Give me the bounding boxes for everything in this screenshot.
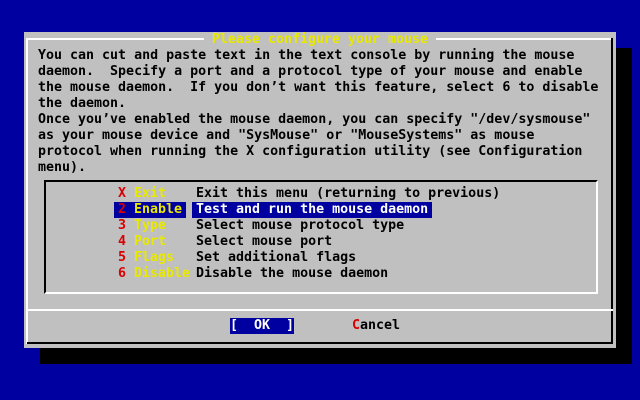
menu-item-description: Disable the mouse daemon: [196, 266, 388, 282]
cancel-hotkey-letter: C: [352, 318, 360, 333]
dialog-border-bottom: [27, 342, 613, 344]
menu-item-port[interactable]: 4 Port Select mouse port: [46, 234, 596, 250]
menu-item-tag: 5 Flags: [118, 250, 174, 266]
cancel-button[interactable]: Cancel: [352, 318, 400, 334]
menu-item-tag: 2 Enable: [114, 202, 186, 218]
menu-item-exit[interactable]: X Exit Exit this menu (returning to previ…: [46, 186, 596, 202]
menu-item-disable[interactable]: 6 Disable Disable the mouse daemon: [46, 266, 596, 282]
menu-item-description: Set additional flags: [196, 250, 356, 266]
menu-item-enable[interactable]: 2 Enable Test and run the mouse daemon: [46, 202, 596, 218]
dialog-border-right: [611, 38, 613, 344]
menu-item-description: Exit this menu (returning to previous): [196, 186, 500, 202]
console-screen: Please configure your mouse You can cut …: [0, 0, 640, 400]
menu-item-tag: 4 Port: [118, 234, 166, 250]
menu-box: X Exit Exit this menu (returning to previ…: [44, 180, 598, 294]
menu-item-flags[interactable]: 5 Flags Set additional flags: [46, 250, 596, 266]
menu-item-description: Select mouse port: [196, 234, 332, 250]
button-separator: [28, 309, 613, 311]
menu-item-tag: 6 Disable: [118, 266, 190, 282]
menu-item-tag: X Exit: [118, 186, 166, 202]
cancel-label-rest: ancel: [360, 318, 400, 333]
ok-button[interactable]: [ OK ]: [230, 318, 294, 334]
menu-item-tag: 3 Type: [118, 218, 166, 234]
dialog-title: Please configure your mouse: [204, 32, 436, 48]
dialog-body-text: You can cut and paste text in the text c…: [38, 48, 598, 176]
mouse-config-dialog: Please configure your mouse You can cut …: [24, 32, 616, 348]
dialog-border-left: [26, 38, 28, 344]
menu-item-description: Test and run the mouse daemon: [192, 202, 432, 218]
menu-item-description: Select mouse protocol type: [196, 218, 404, 234]
menu-item-type[interactable]: 3 Type Select mouse protocol type: [46, 218, 596, 234]
